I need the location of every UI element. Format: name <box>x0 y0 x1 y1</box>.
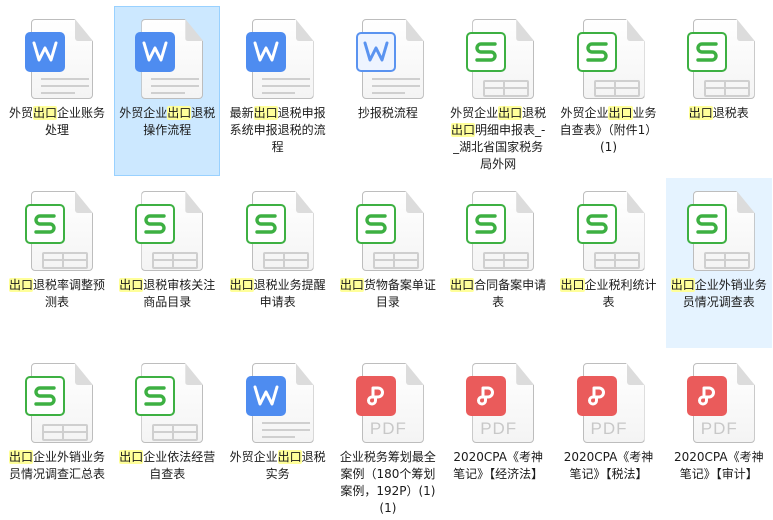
file-name: 外贸企业出口退税操作流程 <box>119 106 216 137</box>
file-name: 出口企业外销业务员情况调查表 <box>670 278 767 309</box>
file-item[interactable]: 出口退税表 出口退税表 <box>666 6 772 176</box>
file-name: 出口退税审核关注商品目录 <box>119 278 216 309</box>
pdf-text: PDF <box>480 419 518 438</box>
file-name: 出口企业依法经营自查表 <box>119 450 216 481</box>
file-item[interactable]: 出口企业外销业务员情况调查表 出口企业外销业务员情况调查表 <box>665 178 772 348</box>
file-grid: 外贸出口企业账务处理 外贸出口企业账务处理 外贸企业出口退税操作流程 外贸企业出… <box>4 0 773 515</box>
file-item[interactable]: 外贸出口企业账务处理 外贸出口企业账务处理 <box>4 6 110 176</box>
file-item[interactable]: 出口合同备案申请表 出口合同备案申请表 <box>445 178 551 348</box>
file-item[interactable]: 出口退税率调整预测表 出口退税率调整预测表 <box>4 178 110 348</box>
file-name: 出口企业税利统计表 <box>560 278 657 309</box>
file-name: 外贸企业出口退税实务 <box>229 450 326 481</box>
file-name: 出口货物备案单证目录 <box>339 278 436 309</box>
file-name: 出口合同备案申请表 <box>450 278 547 309</box>
file-name: 抄报税流程 <box>357 106 418 120</box>
file-item[interactable]: 外贸企业出口退税实务 外贸企业出口退税实务 <box>225 350 331 520</box>
file-name: 出口退税率调整预测表 <box>8 278 105 309</box>
file-item[interactable]: 出口企业依法经营自查表 出口企业依法经营自查表 <box>114 350 220 520</box>
file-name: 出口退税业务提醒申请表 <box>229 278 326 309</box>
file-item[interactable]: PDF 2020CPA《考神笔记》【审计】 2020CPA《考神笔记》【审计】 <box>666 350 772 520</box>
file-name: 企业税务筹划最全案例（180个筹划案例，192P）(1)(1) <box>339 450 436 515</box>
file-name: 最新出口退税申报系统申报退税的流程 <box>229 106 326 154</box>
file-item[interactable]: 出口企业外销业务员情况调查汇总表 出口企业外销业务员情况调查汇总表 <box>4 350 110 520</box>
file-name: 出口退税表 <box>688 106 749 120</box>
file-item[interactable]: 外贸企业出口退税操作流程 外贸企业出口退税操作流程 <box>114 6 221 176</box>
file-name: 外贸出口企业账务处理 <box>8 106 105 137</box>
file-name: 2020CPA《考神笔记》【税法】 <box>563 450 654 481</box>
pdf-text: PDF <box>590 419 628 438</box>
file-name: 出口企业外销业务员情况调查汇总表 <box>8 450 105 481</box>
file-item[interactable]: 出口退税审核关注商品目录 出口退税审核关注商品目录 <box>114 178 220 348</box>
file-item[interactable]: PDF 2020CPA《考神笔记》【税法】 2020CPA《考神笔记》【税法】 <box>556 350 662 520</box>
file-item[interactable]: 抄报税流程 抄报税流程 <box>335 6 441 176</box>
file-item[interactable]: 外贸企业出口业务自查表》（附件1）(1) 外贸企业出口业务自查表》（附件1）(1… <box>556 6 662 176</box>
file-name: 2020CPA《考神笔记》【经济法】 <box>453 450 544 481</box>
file-item[interactable]: PDF 2020CPA《考神笔记》【经济法】 2020CPA《考神笔记》【经济法… <box>445 350 551 520</box>
file-item[interactable]: 出口企业税利统计表 出口企业税利统计表 <box>556 178 662 348</box>
file-item[interactable]: 外贸企业出口退税出口明细申报表_-_湖北省国家税务局外网 外贸企业出口退税出口明… <box>445 6 551 176</box>
file-item[interactable]: 出口退税业务提醒申请表 出口退税业务提醒申请表 <box>225 178 331 348</box>
file-name: 外贸企业出口业务自查表》（附件1）(1) <box>559 106 658 154</box>
file-item[interactable]: 最新出口退税申报系统申报退税的流程 最新出口退税申报系统申报退税的流程 <box>225 6 331 176</box>
pdf-text: PDF <box>700 419 738 438</box>
file-item[interactable]: PDF 企业税务筹划最全案例（180个筹划案例，192P）(1)(1) 企业税务… <box>335 350 441 520</box>
pdf-text: PDF <box>369 419 407 438</box>
file-name: 2020CPA《考神笔记》【审计】 <box>673 450 764 481</box>
file-item[interactable]: 出口货物备案单证目录 出口货物备案单证目录 <box>335 178 441 348</box>
file-name: 外贸企业出口退税出口明细申报表_-_湖北省国家税务局外网 <box>450 106 547 171</box>
